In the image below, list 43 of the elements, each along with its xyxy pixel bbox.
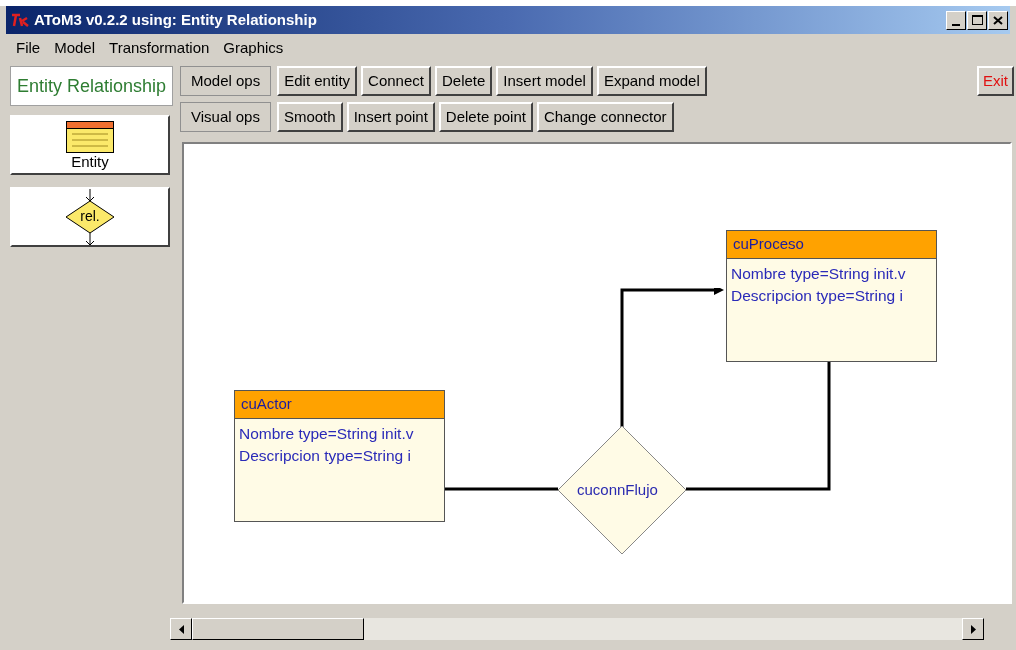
left-arrow-icon (178, 624, 184, 634)
entity-name: cuProceso (727, 231, 936, 259)
entity-attribute: Nombre type=String init.v (731, 264, 907, 284)
minimize-button[interactable] (946, 10, 966, 30)
entity-attribute: Descripcion type=String i (731, 286, 904, 306)
toolbar-button[interactable]: Delete (434, 66, 493, 96)
scroll-left-button[interactable] (170, 618, 192, 640)
relationship-diamond[interactable]: cuconnFlujo (557, 425, 687, 555)
maximize-button[interactable] (967, 10, 987, 30)
horizontal-scrollbar[interactable] (170, 618, 984, 640)
right-arrow-icon (970, 624, 976, 634)
window-title: AToM3 v0.2.2 using: Entity Relationship (34, 9, 317, 30)
menu-item[interactable]: File (16, 36, 41, 60)
toolbar-button[interactable]: Insert point (346, 102, 435, 132)
palette-button[interactable]: rel. (10, 187, 170, 247)
toolbar-button[interactable]: Delete point (438, 102, 533, 132)
toolbar-button[interactable]: Change connector (536, 102, 674, 132)
close-button[interactable] (988, 10, 1008, 30)
diagram-canvas[interactable]: cuconnFlujo cuProceso Nombre type=String init.v Descripcion type=String i cuActor Nombre type=String init.v Descripcion type=String i (182, 142, 1012, 604)
toolbar-button[interactable]: Connect (361, 66, 431, 96)
relationship-label: cuconnFlujo (577, 480, 658, 500)
entity-name: cuActor (235, 391, 444, 419)
close-icon (993, 15, 1003, 25)
palette-title: Entity Relationship (10, 66, 173, 106)
entity-attribute: Descripcion type=String i (239, 446, 412, 466)
menu-item[interactable]: Model (54, 36, 96, 60)
toolbar-button[interactable]: Edit entity (277, 66, 358, 96)
scroll-right-button[interactable] (962, 618, 984, 640)
entity-icon (66, 120, 114, 153)
scroll-thumb[interactable] (192, 618, 364, 640)
toolbar-button[interactable]: Visual ops (180, 102, 271, 132)
palette-button[interactable]: Entity (10, 115, 170, 175)
toolbar-button[interactable]: Insert model (496, 66, 593, 96)
menu-item[interactable]: Transformation (109, 36, 210, 60)
toolbar-button[interactable]: Model ops (180, 66, 272, 96)
entity-box[interactable]: cuActor Nombre type=String init.v Descripcion type=String i (234, 390, 445, 522)
entity-box[interactable]: cuProceso Nombre type=String init.v Descripcion type=String i (726, 230, 937, 362)
toolbar-button[interactable]: Smooth (276, 102, 343, 132)
entity-attribute: Nombre type=String init.v (239, 424, 415, 444)
maximize-icon (971, 15, 983, 25)
toolbar-button[interactable]: Expand model (596, 66, 707, 96)
menu-item[interactable]: Graphics (223, 36, 284, 60)
minimize-icon (952, 23, 960, 26)
